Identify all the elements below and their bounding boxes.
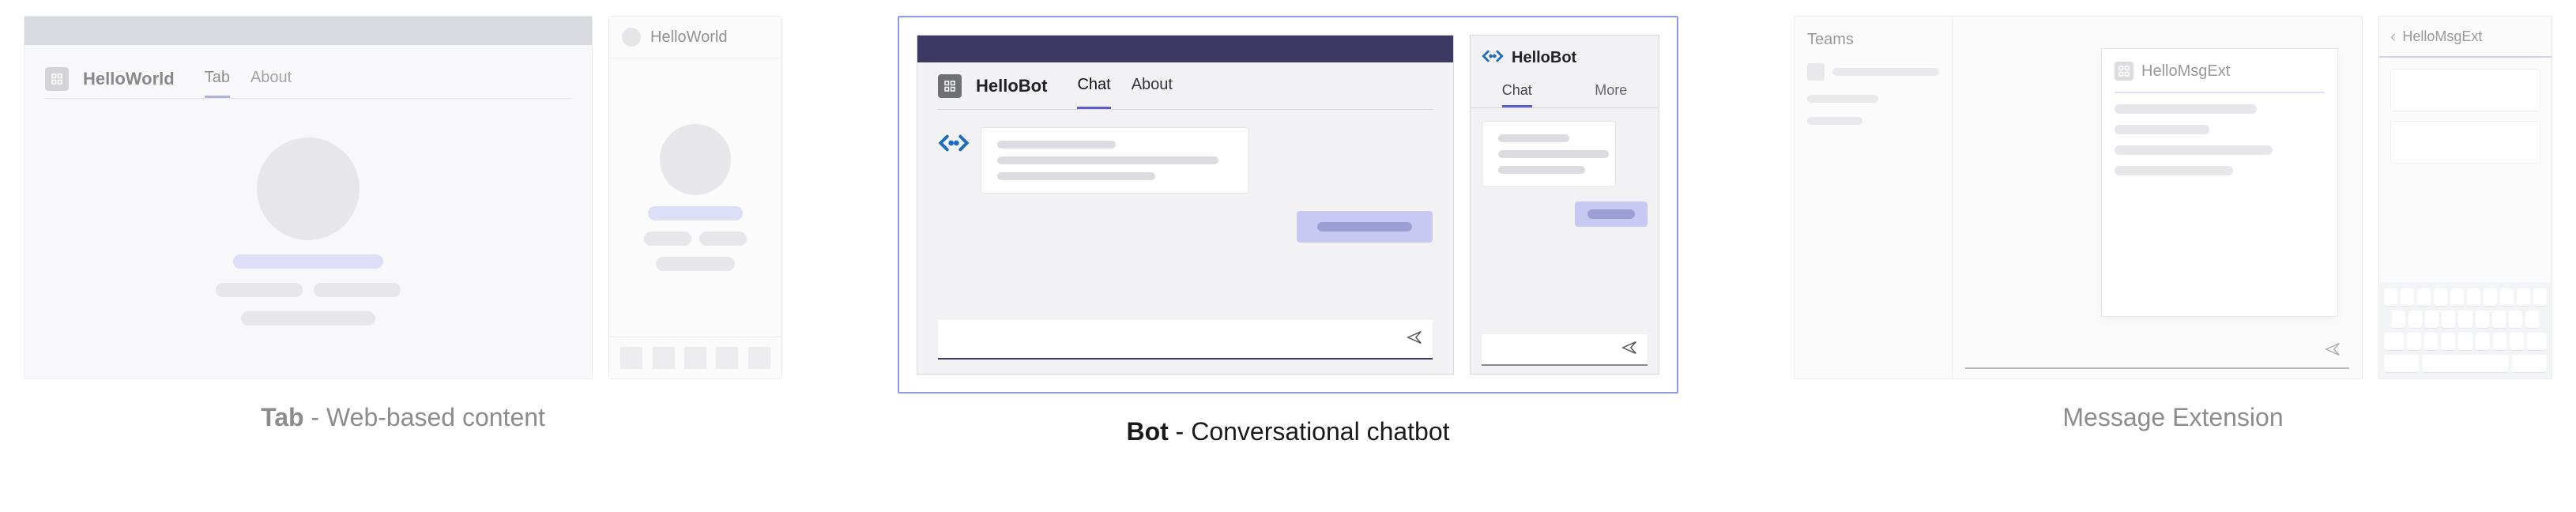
list-item[interactable] — [1807, 95, 1939, 103]
chat-area — [938, 110, 1433, 374]
ext-section: Teams HelloMsgExt — [1794, 16, 2552, 432]
outgoing-message — [1297, 211, 1433, 243]
app-name: HelloWorld — [83, 69, 175, 89]
bot-caption: Bot - Conversational chatbot — [1126, 417, 1449, 446]
tab-item-more[interactable]: More — [1595, 76, 1627, 107]
tab-app-header: HelloWorld Tab About — [45, 59, 571, 99]
ext-mobile-header: ‹ HelloMsgExt — [2379, 17, 2552, 58]
sidebar-title: Teams — [1807, 31, 1939, 49]
bot-mobile-mockup: HelloBot Chat More — [1470, 35, 1659, 375]
compose-box[interactable] — [1482, 334, 1648, 366]
mobile-title: HelloWorld — [650, 28, 727, 47]
window-titlebar — [917, 36, 1453, 62]
app-icon — [45, 67, 69, 91]
ext-caption: Message Extension — [2062, 403, 2283, 432]
bot-mobile-header: HelloBot — [1471, 36, 1659, 76]
nav-item[interactable] — [684, 347, 706, 369]
bot-mobile-name: HelloBot — [1512, 49, 1576, 67]
list-item[interactable] — [1807, 63, 1939, 81]
nav-item[interactable] — [748, 347, 770, 369]
tab-caption: Tab - Web-based content — [261, 403, 545, 432]
list-item[interactable] — [1807, 117, 1939, 125]
send-icon[interactable] — [2324, 341, 2341, 362]
ext-mobile-mockup: ‹ HelloMsgExt — [2378, 16, 2552, 379]
message-bubble — [981, 127, 1249, 194]
result-card[interactable] — [2390, 69, 2540, 111]
outgoing-message — [1575, 201, 1648, 227]
bot-mobile-tabs: Chat More — [1471, 76, 1659, 108]
bot-mobile-body — [1471, 108, 1659, 374]
ext-mobile-title: HelloMsgExt — [2402, 28, 2482, 45]
text-row-placeholder — [216, 283, 401, 297]
bot-tab-nav: Chat About — [1077, 62, 1173, 109]
ext-panel-row: Teams HelloMsgExt — [1794, 16, 2552, 379]
compose-box[interactable] — [938, 320, 1433, 360]
teams-sidebar: Teams — [1795, 17, 1953, 378]
bot-app-header: HelloBot Chat About — [938, 62, 1433, 110]
ext-main: HelloMsgExt — [1953, 17, 2362, 378]
tab-item-about[interactable]: About — [1132, 62, 1173, 109]
avatar-placeholder — [257, 137, 360, 240]
caption-bold: Tab — [261, 403, 304, 431]
bot-desktop-mockup: HelloBot Chat About — [917, 35, 1454, 375]
bot-section: HelloBot Chat About — [898, 16, 1678, 446]
result-card[interactable] — [2390, 121, 2540, 164]
send-icon[interactable] — [1406, 329, 1423, 350]
caption-bold: Bot — [1126, 417, 1168, 446]
tab-nav: Tab About — [205, 59, 292, 98]
mobile-body — [609, 58, 781, 337]
code-icon — [1482, 45, 1504, 71]
popup-header: HelloMsgExt — [2115, 62, 2325, 81]
ext-desktop-mockup: Teams HelloMsgExt — [1794, 16, 2363, 379]
send-icon[interactable] — [1621, 339, 1638, 360]
title-placeholder — [233, 254, 383, 269]
app-name: HelloBot — [976, 76, 1047, 96]
mobile-header: HelloWorld — [609, 17, 781, 58]
bot-panel-row: HelloBot Chat About — [898, 16, 1678, 393]
avatar-placeholder — [660, 124, 731, 195]
nav-item[interactable] — [620, 347, 642, 369]
tab-item-tab[interactable]: Tab — [205, 59, 230, 98]
ext-mobile-body — [2379, 58, 2552, 282]
app-icon — [2115, 62, 2133, 81]
tab-section: HelloWorld Tab About — [24, 16, 782, 432]
nav-item[interactable] — [716, 347, 738, 369]
incoming-message — [938, 127, 1433, 194]
bot-body: HelloBot Chat About — [917, 62, 1453, 374]
msgext-popup: HelloMsgExt — [2101, 48, 2338, 317]
caption-text: Message Extension — [2062, 403, 2283, 431]
nav-item[interactable] — [653, 347, 675, 369]
avatar-dot — [622, 28, 641, 47]
tab-item-chat[interactable]: Chat — [1077, 62, 1110, 109]
tab-body: HelloWorld Tab About — [24, 45, 592, 378]
tab-desktop-mockup: HelloWorld Tab About — [24, 16, 593, 379]
caption-rest: - Web-based content — [304, 403, 545, 431]
window-titlebar — [24, 17, 592, 45]
back-icon[interactable]: ‹ — [2390, 26, 2396, 47]
caption-rest: - Conversational chatbot — [1169, 417, 1450, 446]
divider — [2115, 92, 2325, 93]
tab-item-chat[interactable]: Chat — [1502, 76, 1532, 107]
popup-title: HelloMsgExt — [2141, 62, 2230, 81]
mobile-keyboard[interactable] — [2379, 282, 2552, 378]
tab-item-about[interactable]: About — [250, 59, 292, 98]
mobile-bottom-nav — [609, 337, 781, 378]
message-bubble — [1482, 121, 1616, 187]
code-icon — [938, 127, 970, 159]
tab-mobile-mockup: HelloWorld — [608, 16, 782, 379]
app-icon — [938, 74, 962, 98]
tab-panel-row: HelloWorld Tab About — [24, 16, 782, 379]
compose-box[interactable] — [1965, 334, 2349, 369]
tab-content-placeholder — [45, 99, 571, 364]
